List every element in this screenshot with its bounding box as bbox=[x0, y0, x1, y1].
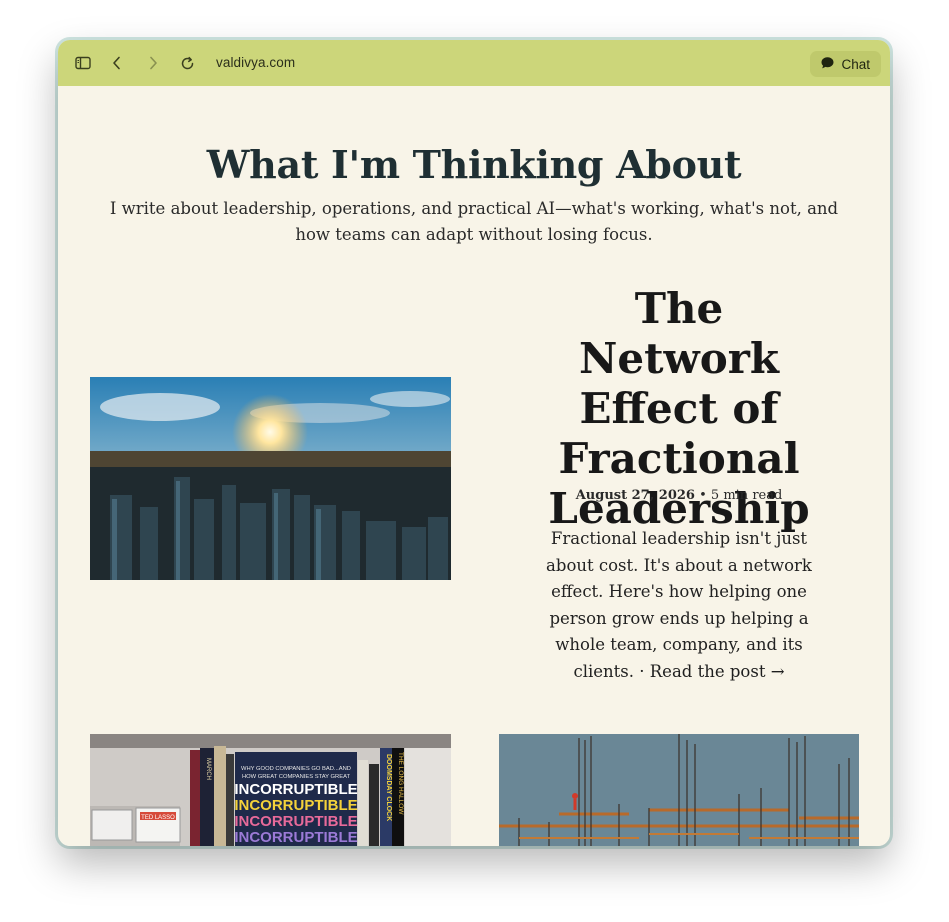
post-meta: August 27, 2026 • 5 min read bbox=[532, 488, 826, 503]
back-icon[interactable] bbox=[102, 40, 132, 86]
post-date: August 27, 2026 bbox=[575, 488, 695, 503]
reload-icon[interactable] bbox=[172, 40, 202, 86]
post-thumbnail-construction[interactable] bbox=[499, 734, 859, 846]
page-title: What I'm Thinking About bbox=[206, 142, 742, 187]
figure-box-label: TED LASSO bbox=[141, 815, 175, 821]
spine-doomsday: DOOMSDAY CLOCK bbox=[385, 754, 392, 821]
book-title-4: INCORRUPTIBLE bbox=[234, 829, 357, 846]
spine-march: MARCH bbox=[205, 758, 211, 780]
book-title-1: INCORRUPTIBLE bbox=[234, 781, 357, 798]
featured-post-image[interactable] bbox=[90, 377, 451, 580]
book-cover-line-1: WHY GOOD COMPANIES GO BAD...AND bbox=[241, 766, 351, 772]
read-post-link[interactable]: Read the post → bbox=[650, 662, 785, 681]
page-subtitle: I write about leadership, operations, an… bbox=[109, 199, 839, 244]
page-content: What I'm Thinking About I write about le… bbox=[62, 86, 886, 846]
read-time: 5 min read bbox=[710, 488, 783, 503]
post-excerpt: Fractional leadership isn't just about c… bbox=[526, 526, 832, 685]
spine-long-hallow: THE LONG HALLOW bbox=[397, 752, 404, 815]
chat-label: Chat bbox=[841, 56, 870, 72]
post-thumbnail-books[interactable]: TED LASSO MARCH WHY GOOD COMPANIES GO BA… bbox=[90, 734, 451, 846]
browser-toolbar: valdivya.com Chat bbox=[58, 40, 890, 86]
book-title-2: INCORRUPTIBLE bbox=[234, 797, 357, 814]
address-bar[interactable]: valdivya.com bbox=[216, 40, 295, 86]
book-cover-line-2: HOW GREAT COMPANIES STAY GREAT bbox=[242, 774, 351, 780]
browser-window: valdivya.com Chat What I'm Thinking Abou… bbox=[58, 40, 890, 846]
sidebar-icon[interactable] bbox=[68, 40, 98, 86]
meta-separator: • bbox=[699, 488, 707, 503]
book-title-3: INCORRUPTIBLE bbox=[234, 813, 357, 830]
chat-bubble-icon bbox=[820, 56, 835, 73]
excerpt-text: Fractional leadership isn't just about c… bbox=[546, 529, 812, 681]
chat-button[interactable]: Chat bbox=[810, 51, 881, 77]
forward-icon[interactable] bbox=[138, 40, 168, 86]
